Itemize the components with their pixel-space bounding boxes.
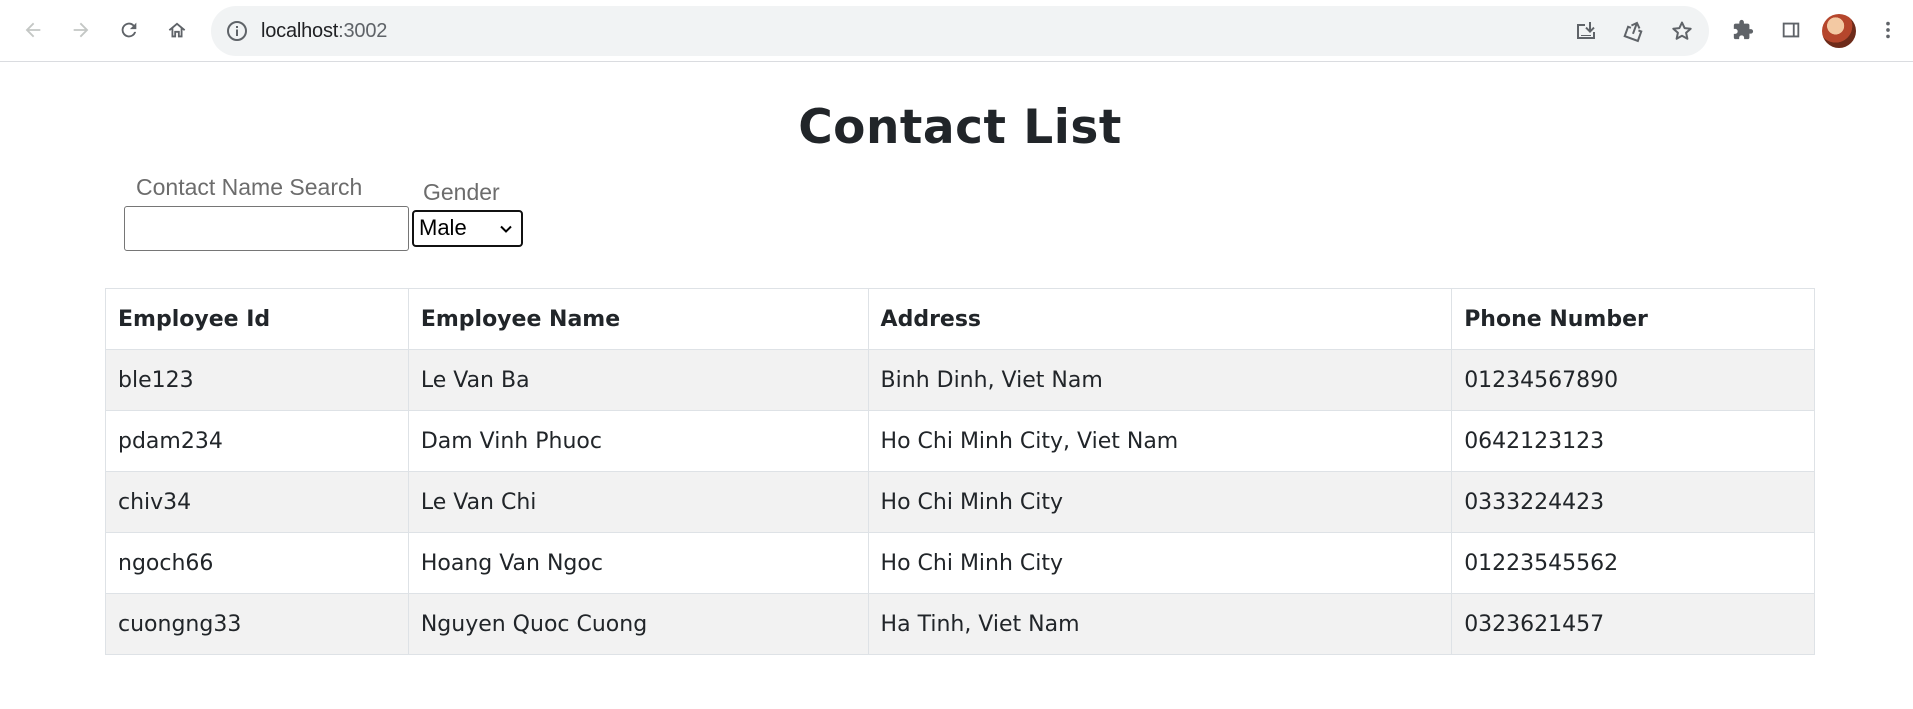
url-port: :3002 <box>338 20 388 42</box>
contact-table: Employee Id Employee Name Address Phone … <box>105 288 1815 655</box>
cell-address: Binh Dinh, Viet Nam <box>867 349 1453 411</box>
chevron-down-icon <box>500 225 512 233</box>
cell-address: Ho Chi Minh City <box>867 471 1453 533</box>
cell-phone-number: 01223545562 <box>1451 532 1815 594</box>
install-button[interactable] <box>1574 19 1598 43</box>
menu-button[interactable] <box>1870 12 1906 48</box>
cell-employee-name: Dam Vinh Phuoc <box>407 410 869 472</box>
extensions-button[interactable] <box>1725 12 1761 48</box>
bookmark-button[interactable] <box>1670 19 1694 43</box>
cell-employee-id: pdam234 <box>105 410 409 472</box>
puzzle-icon <box>1733 19 1754 40</box>
table-row: cuongng33 Nguyen Quoc Cuong Ha Tinh, Vie… <box>105 593 1815 655</box>
kebab-menu-icon <box>1886 21 1890 39</box>
search-label: Contact Name Search <box>136 174 363 200</box>
header-employee-id: Employee Id <box>105 288 409 350</box>
cell-address: Ho Chi Minh City <box>867 532 1453 594</box>
contact-name-search-input[interactable] <box>124 206 409 251</box>
arrow-right-icon <box>73 22 89 38</box>
forward-button[interactable] <box>63 12 99 48</box>
home-icon <box>168 22 186 38</box>
side-panel-icon <box>1782 22 1800 38</box>
reload-icon <box>121 22 137 38</box>
header-employee-name: Employee Name <box>407 288 869 350</box>
table-header-row: Employee Id Employee Name Address Phone … <box>105 288 1815 350</box>
cell-employee-name: Le Van Chi <box>407 471 869 533</box>
url-host: localhost <box>261 20 339 42</box>
header-address: Address <box>867 288 1453 350</box>
page-title: Contact List <box>798 100 1122 155</box>
side-panel-button[interactable] <box>1773 12 1809 48</box>
cell-phone-number: 0323621457 <box>1451 593 1815 655</box>
share-button[interactable] <box>1622 19 1646 43</box>
profile-avatar[interactable] <box>1822 14 1856 48</box>
table-row: ble123 Le Van Ba Binh Dinh, Viet Nam 012… <box>105 349 1815 411</box>
browser-toolbar: localhost:3002 <box>0 0 1913 62</box>
cell-employee-name: Le Van Ba <box>407 349 869 411</box>
share-icon <box>1623 21 1643 43</box>
gender-label: Gender <box>423 179 500 205</box>
url-text[interactable]: localhost:3002 <box>261 19 387 43</box>
gender-select[interactable]: Male <box>412 210 523 247</box>
info-icon[interactable] <box>225 19 249 43</box>
arrow-left-icon <box>25 22 41 38</box>
cell-address: Ho Chi Minh City, Viet Nam <box>867 410 1453 472</box>
star-icon <box>1672 21 1692 40</box>
cell-phone-number: 01234567890 <box>1451 349 1815 411</box>
cell-employee-id: ngoch66 <box>105 532 409 594</box>
install-app-icon <box>1577 22 1595 39</box>
cell-employee-id: cuongng33 <box>105 593 409 655</box>
address-bar[interactable]: localhost:3002 <box>211 6 1709 56</box>
cell-employee-name: Hoang Van Ngoc <box>407 532 869 594</box>
cell-address: Ha Tinh, Viet Nam <box>867 593 1453 655</box>
cell-employee-name: Nguyen Quoc Cuong <box>407 593 869 655</box>
cell-phone-number: 0333224423 <box>1451 471 1815 533</box>
reload-button[interactable] <box>111 12 147 48</box>
cell-phone-number: 0642123123 <box>1451 410 1815 472</box>
cell-employee-id: ble123 <box>105 349 409 411</box>
table-row: chiv34 Le Van Chi Ho Chi Minh City 03332… <box>105 471 1815 533</box>
gender-selected-value: Male <box>419 215 467 240</box>
back-button[interactable] <box>15 12 51 48</box>
table-row: pdam234 Dam Vinh Phuoc Ho Chi Minh City,… <box>105 410 1815 472</box>
table-row: ngoch66 Hoang Van Ngoc Ho Chi Minh City … <box>105 532 1815 594</box>
home-button[interactable] <box>159 12 195 48</box>
cell-employee-id: chiv34 <box>105 471 409 533</box>
header-phone-number: Phone Number <box>1451 288 1815 350</box>
